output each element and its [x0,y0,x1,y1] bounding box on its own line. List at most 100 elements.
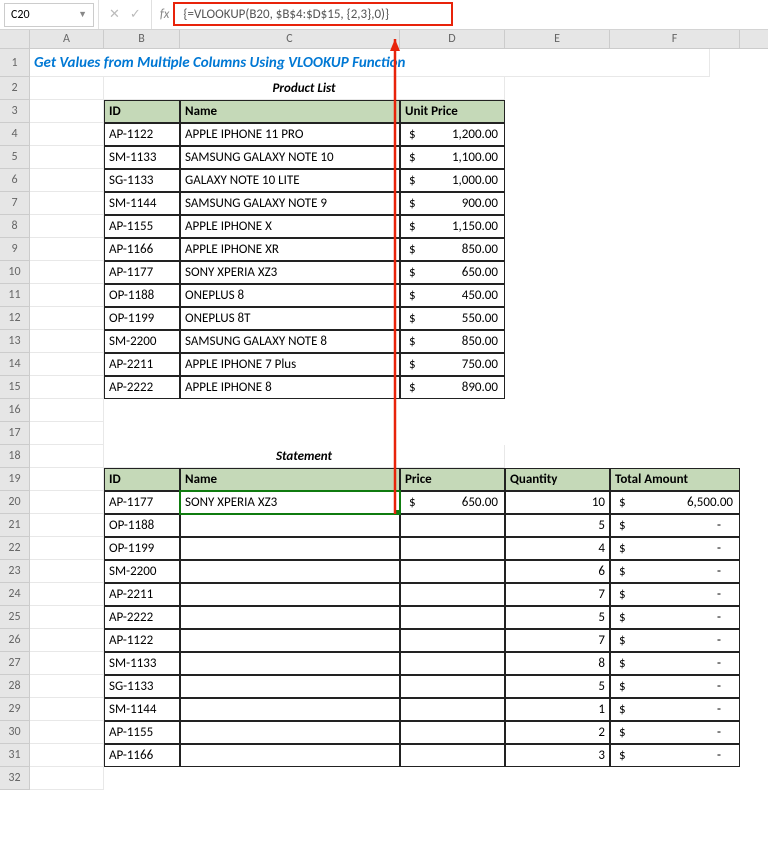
cell[interactable] [30,560,104,583]
row-header[interactable]: 27 [0,652,30,675]
cell-name[interactable] [180,629,400,652]
cell[interactable] [30,284,104,307]
cell-total[interactable]: $- [610,537,740,560]
cell-id[interactable]: AP-1166 [104,238,180,261]
row-header[interactable]: 15 [0,376,30,399]
cell[interactable] [30,514,104,537]
header-id[interactable]: ID [104,468,180,491]
cell-qty[interactable]: 8 [505,652,610,675]
cell-name[interactable] [180,560,400,583]
cell-price[interactable] [400,744,505,767]
cell-qty[interactable]: 6 [505,560,610,583]
header-qty[interactable]: Quantity [505,468,610,491]
cell-id[interactable]: SG-1133 [104,675,180,698]
cell-qty[interactable]: 7 [505,629,610,652]
cell-id[interactable]: AP-2222 [104,376,180,399]
cell-id[interactable]: AP-1166 [104,744,180,767]
name-box[interactable]: C20 ▼ [4,3,94,27]
cell[interactable] [30,675,104,698]
cell-price[interactable]: $1,100.00 [400,146,505,169]
cell-id[interactable]: SM-1144 [104,192,180,215]
row-header[interactable]: 12 [0,307,30,330]
cell-id[interactable]: OP-1188 [104,284,180,307]
cell-name[interactable] [180,537,400,560]
cell-total[interactable]: $- [610,606,740,629]
row-header[interactable]: 11 [0,284,30,307]
cell-price[interactable]: $1,000.00 [400,169,505,192]
col-header-c[interactable]: C [180,30,400,48]
cell-price[interactable]: $650.00 [400,261,505,284]
row-header[interactable]: 2 [0,77,30,100]
cell-qty[interactable]: 2 [505,721,610,744]
cell-price[interactable] [400,675,505,698]
cell-name[interactable] [180,606,400,629]
cell[interactable] [30,468,104,491]
cell-id[interactable]: AP-1155 [104,721,180,744]
cell-id[interactable]: AP-2222 [104,606,180,629]
cell-qty[interactable]: 5 [505,606,610,629]
cell-qty[interactable]: 7 [505,583,610,606]
cell-total[interactable]: $- [610,744,740,767]
row-header[interactable]: 4 [0,123,30,146]
enter-icon[interactable]: ✓ [130,7,141,22]
cell-name[interactable]: SONY XPERIA XZ3 [180,261,400,284]
cell-name[interactable] [180,675,400,698]
header-price[interactable]: Unit Price [400,100,505,123]
cell-qty[interactable]: 10 [505,491,610,514]
cell[interactable] [30,698,104,721]
cell-name[interactable]: SAMSUNG GALAXY NOTE 8 [180,330,400,353]
sheet-body[interactable]: Get Values from Multiple Columns Using V… [30,49,740,790]
select-all-corner[interactable] [0,30,30,48]
cell-id[interactable]: AP-1177 [104,261,180,284]
cell[interactable] [30,261,104,284]
row-header[interactable]: 29 [0,698,30,721]
row-header[interactable]: 32 [0,767,30,790]
row-header[interactable]: 31 [0,744,30,767]
row-header[interactable]: 22 [0,537,30,560]
cell-total[interactable]: $- [610,675,740,698]
row-header[interactable]: 17 [0,422,30,445]
row-header[interactable]: 3 [0,100,30,123]
cell-price[interactable]: $890.00 [400,376,505,399]
cell[interactable] [30,721,104,744]
cell-qty[interactable]: 5 [505,675,610,698]
cell[interactable] [30,353,104,376]
cell[interactable] [30,583,104,606]
header-name[interactable]: Name [180,468,400,491]
cell-total[interactable]: $- [610,698,740,721]
row-header[interactable]: 30 [0,721,30,744]
cell[interactable] [30,445,104,468]
cell-name[interactable]: APPLE IPHONE 7 Plus [180,353,400,376]
cell-name[interactable]: SAMSUNG GALAXY NOTE 9 [180,192,400,215]
cell-name[interactable] [180,721,400,744]
cell-qty[interactable]: 3 [505,744,610,767]
cell-price[interactable] [400,698,505,721]
cell-name[interactable]: SAMSUNG GALAXY NOTE 10 [180,146,400,169]
cancel-icon[interactable]: ✕ [109,7,120,22]
col-header-a[interactable]: A [30,30,104,48]
col-header-d[interactable]: D [400,30,505,48]
cell-id[interactable]: OP-1188 [104,514,180,537]
cell-id[interactable]: AP-1122 [104,629,180,652]
cell-price[interactable] [400,514,505,537]
cell-price[interactable]: $1,150.00 [400,215,505,238]
header-price[interactable]: Price [400,468,505,491]
cell-name[interactable] [180,652,400,675]
row-header[interactable]: 19 [0,468,30,491]
cell[interactable] [30,192,104,215]
cell[interactable] [30,238,104,261]
cell-name[interactable]: APPLE IPHONE 8 [180,376,400,399]
cell-price[interactable] [400,721,505,744]
cell[interactable] [30,330,104,353]
cell[interactable] [30,537,104,560]
cell-qty[interactable]: 4 [505,537,610,560]
cell[interactable] [30,606,104,629]
cell-price[interactable]: $650.00 [400,491,505,514]
cell-id[interactable]: SM-2200 [104,560,180,583]
cell-price[interactable] [400,606,505,629]
cell-total[interactable]: $- [610,560,740,583]
row-header[interactable]: 23 [0,560,30,583]
cell[interactable] [30,100,104,123]
header-name[interactable]: Name [180,100,400,123]
row-header[interactable]: 7 [0,192,30,215]
